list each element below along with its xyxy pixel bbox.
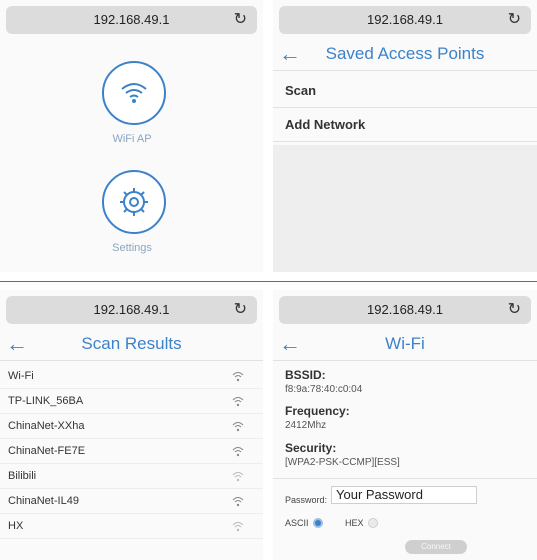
hex-label: HEX bbox=[345, 518, 364, 528]
wifi-icon bbox=[232, 372, 244, 382]
network-name: ChinaNet-FE7E bbox=[8, 445, 86, 457]
bssid-value: f8:9a:78:40:c0:04 bbox=[285, 384, 363, 395]
address-bar[interactable]: 192.168.49.1 ↻ bbox=[279, 296, 531, 324]
scan-results-panel: 192.168.49.1 ↻ ← Scan Results Wi-Fi TP-L… bbox=[0, 290, 263, 560]
url-text: 192.168.49.1 bbox=[93, 302, 170, 317]
settings-label: Settings bbox=[112, 242, 152, 254]
url-text: 192.168.49.1 bbox=[367, 12, 443, 27]
connect-button[interactable]: Connect bbox=[405, 540, 467, 554]
ascii-radio[interactable] bbox=[313, 518, 323, 528]
network-name: HX bbox=[8, 520, 24, 532]
password-input[interactable]: Your Password bbox=[331, 486, 477, 504]
ascii-label: ASCII bbox=[285, 518, 309, 528]
wifi-ap-button[interactable] bbox=[102, 61, 166, 125]
page-header: ← Wi-Fi bbox=[273, 328, 537, 361]
network-name: ChinaNet-XXha bbox=[8, 420, 85, 432]
security-value: [WPA2-PSK-CCMP][ESS] bbox=[285, 457, 400, 468]
address-bar[interactable]: 192.168.49.1 ↻ bbox=[6, 296, 257, 324]
network-row[interactable]: ChinaNet-IL49 bbox=[0, 489, 263, 514]
wifi-icon bbox=[232, 522, 244, 532]
reload-icon[interactable]: ↻ bbox=[234, 6, 247, 34]
separator bbox=[273, 478, 537, 479]
wifi-icon bbox=[232, 397, 244, 407]
empty-area bbox=[273, 145, 537, 272]
wifi-detail-panel: 192.168.49.1 ↻ ← Wi-Fi BSSID: f8:9a:78:4… bbox=[273, 290, 537, 560]
bssid-label: BSSID: bbox=[285, 368, 326, 382]
page-title: Wi-Fi bbox=[385, 334, 425, 353]
page-title: Scan Results bbox=[81, 334, 182, 353]
network-name: Bilibili bbox=[8, 470, 37, 482]
address-bar[interactable]: 192.168.49.1 ↻ bbox=[6, 6, 257, 34]
frequency-value: 2412Mhz bbox=[285, 420, 327, 431]
saved-access-points-panel: 192.168.49.1 ↻ ← Saved Access Points Sca… bbox=[273, 0, 537, 272]
home-panel: 192.168.49.1 ↻ WiFi AP Settings bbox=[0, 0, 263, 272]
network-row[interactable]: ChinaNet-XXha bbox=[0, 414, 263, 439]
security-label: Security: bbox=[285, 441, 337, 455]
wifi-ap-label: WiFi AP bbox=[112, 133, 152, 145]
network-row[interactable]: ChinaNet-FE7E bbox=[0, 439, 263, 464]
frequency-block: Frequency: 2412Mhz bbox=[285, 404, 350, 431]
settings-button[interactable] bbox=[102, 170, 166, 234]
reload-icon[interactable]: ↻ bbox=[234, 296, 247, 324]
network-row[interactable]: TP-LINK_56BA bbox=[0, 389, 263, 414]
password-label: Password: bbox=[285, 495, 328, 505]
network-name: TP-LINK_56BA bbox=[8, 395, 84, 407]
add-network-menu-item[interactable]: Add Network bbox=[273, 108, 537, 142]
security-block: Security: [WPA2-PSK-CCMP][ESS] bbox=[285, 441, 400, 468]
gear-icon bbox=[120, 188, 148, 216]
network-name: Wi-Fi bbox=[8, 370, 34, 382]
page-title: Saved Access Points bbox=[325, 44, 485, 63]
wifi-icon bbox=[232, 472, 244, 482]
wifi-icon bbox=[232, 497, 244, 507]
scan-menu-item[interactable]: Scan bbox=[273, 74, 537, 108]
url-text: 192.168.49.1 bbox=[367, 302, 443, 317]
reload-icon[interactable]: ↻ bbox=[508, 6, 521, 34]
section-divider bbox=[0, 281, 537, 282]
frequency-label: Frequency: bbox=[285, 404, 350, 418]
hex-radio[interactable] bbox=[368, 518, 378, 528]
network-row[interactable]: Wi-Fi bbox=[0, 364, 263, 389]
network-row[interactable]: Bilibili bbox=[0, 464, 263, 489]
network-row[interactable]: HX bbox=[0, 514, 263, 539]
wifi-icon bbox=[232, 422, 244, 432]
reload-icon[interactable]: ↻ bbox=[508, 296, 521, 324]
url-text: 192.168.49.1 bbox=[93, 12, 170, 27]
network-name: ChinaNet-IL49 bbox=[8, 495, 79, 507]
wifi-icon bbox=[121, 83, 147, 103]
bssid-block: BSSID: f8:9a:78:40:c0:04 bbox=[285, 368, 362, 395]
page-header: ← Scan Results bbox=[0, 328, 263, 361]
wifi-icon bbox=[232, 447, 244, 457]
page-header: ← Saved Access Points bbox=[273, 38, 537, 71]
address-bar[interactable]: 192.168.49.1 ↻ bbox=[279, 6, 531, 34]
